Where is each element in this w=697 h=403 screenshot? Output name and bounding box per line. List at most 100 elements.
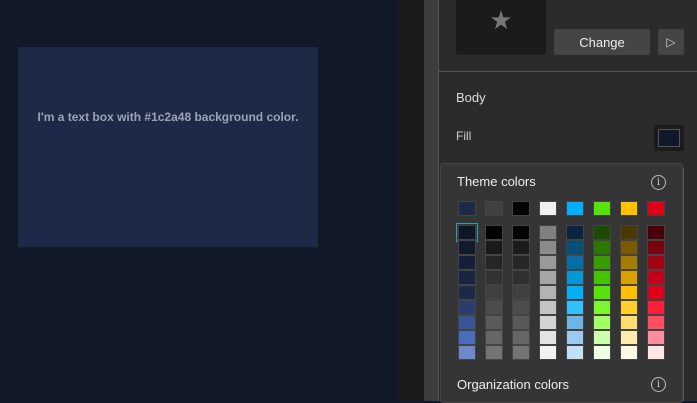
shade-color-swatch[interactable] xyxy=(512,330,530,345)
shade-color-swatch[interactable] xyxy=(485,225,503,240)
shade-color-swatch[interactable] xyxy=(458,315,476,330)
shade-color-swatch[interactable] xyxy=(485,255,503,270)
shade-color-swatch[interactable] xyxy=(647,345,665,360)
shade-color-swatch[interactable] xyxy=(539,240,557,255)
theme-colors-title: Theme colors xyxy=(457,174,536,189)
shade-color-swatch[interactable] xyxy=(485,345,503,360)
change-button[interactable]: Change xyxy=(554,29,650,55)
shade-color-swatch[interactable] xyxy=(647,240,665,255)
shade-color-swatch[interactable] xyxy=(620,285,638,300)
shade-color-swatch[interactable] xyxy=(539,285,557,300)
shade-color-swatch[interactable] xyxy=(539,300,557,315)
fill-label: Fill xyxy=(456,129,472,143)
fill-color-button[interactable] xyxy=(654,125,684,151)
shade-color-swatch[interactable] xyxy=(620,255,638,270)
color-picker-popover: Theme colors i Organization colors i xyxy=(440,163,683,403)
shade-color-swatch[interactable] xyxy=(539,330,557,345)
shade-color-swatch[interactable] xyxy=(485,285,503,300)
shade-color-swatch[interactable] xyxy=(512,285,530,300)
shade-color-swatch[interactable] xyxy=(566,225,584,240)
shade-color-swatch[interactable] xyxy=(620,315,638,330)
shade-color-swatch[interactable] xyxy=(539,270,557,285)
shade-color-swatch[interactable] xyxy=(647,315,665,330)
shade-color-swatch[interactable] xyxy=(620,240,638,255)
shade-color-swatch[interactable] xyxy=(485,330,503,345)
shade-color-swatch[interactable] xyxy=(456,223,478,242)
shade-color-swatch[interactable] xyxy=(647,225,665,240)
shade-color-swatch[interactable] xyxy=(593,300,611,315)
shade-color-swatch[interactable] xyxy=(593,240,611,255)
organization-colors-title: Organization colors xyxy=(457,377,569,392)
shade-color-swatch[interactable] xyxy=(620,225,638,240)
shade-color-swatch[interactable] xyxy=(593,270,611,285)
shade-color-swatch[interactable] xyxy=(620,270,638,285)
shade-color-swatch[interactable] xyxy=(485,300,503,315)
theme-color-swatch[interactable] xyxy=(458,201,476,216)
shade-color-swatch[interactable] xyxy=(458,285,476,300)
shade-color-swatch[interactable] xyxy=(647,330,665,345)
shade-color-swatch[interactable] xyxy=(539,345,557,360)
shade-color-swatch[interactable] xyxy=(539,225,557,240)
shade-color-swatch[interactable] xyxy=(512,300,530,315)
theme-color-swatch[interactable] xyxy=(620,201,638,216)
shade-color-swatch[interactable] xyxy=(566,315,584,330)
shade-color-swatch[interactable] xyxy=(458,270,476,285)
theme-color-swatch[interactable] xyxy=(566,201,584,216)
star-icon: ★ xyxy=(489,5,513,35)
panel-edge xyxy=(683,168,697,401)
shade-color-swatch[interactable] xyxy=(566,300,584,315)
shade-color-swatch[interactable] xyxy=(566,255,584,270)
play-button[interactable]: ▷ xyxy=(658,29,684,55)
shade-color-swatch[interactable] xyxy=(593,330,611,345)
shade-color-swatch[interactable] xyxy=(593,345,611,360)
section-title-body: Body xyxy=(456,90,486,105)
shade-color-swatch[interactable] xyxy=(593,285,611,300)
text-box[interactable]: I'm a text box with #1c2a48 background c… xyxy=(18,47,318,247)
image-thumbnail: ★ xyxy=(456,0,546,55)
theme-color-swatch[interactable] xyxy=(485,201,503,216)
info-icon[interactable]: i xyxy=(651,377,666,392)
shade-color-swatch[interactable] xyxy=(512,345,530,360)
shade-color-swatch[interactable] xyxy=(566,240,584,255)
scrollbar[interactable] xyxy=(424,0,438,401)
shade-color-swatch[interactable] xyxy=(458,255,476,270)
shade-color-swatch[interactable] xyxy=(566,330,584,345)
shade-color-swatch[interactable] xyxy=(620,345,638,360)
shade-color-swatch[interactable] xyxy=(485,240,503,255)
shade-color-swatch[interactable] xyxy=(566,285,584,300)
theme-color-swatch[interactable] xyxy=(539,201,557,216)
shade-color-swatch[interactable] xyxy=(458,300,476,315)
shade-color-swatch[interactable] xyxy=(512,315,530,330)
panel-gutter xyxy=(398,0,424,401)
shade-color-swatch[interactable] xyxy=(539,315,557,330)
shade-color-swatch[interactable] xyxy=(539,255,557,270)
shade-color-swatch[interactable] xyxy=(458,330,476,345)
shade-color-swatch[interactable] xyxy=(647,285,665,300)
shade-color-swatch[interactable] xyxy=(620,330,638,345)
shade-color-swatch[interactable] xyxy=(647,300,665,315)
play-icon: ▷ xyxy=(666,35,676,49)
shade-color-swatch[interactable] xyxy=(566,345,584,360)
shade-color-swatch[interactable] xyxy=(458,240,476,255)
shade-color-swatch[interactable] xyxy=(485,315,503,330)
shade-color-swatch[interactable] xyxy=(566,270,584,285)
shade-color-swatch[interactable] xyxy=(512,225,530,240)
shade-color-swatch[interactable] xyxy=(485,270,503,285)
canvas: I'm a text box with #1c2a48 background c… xyxy=(0,0,398,401)
shade-color-swatch[interactable] xyxy=(512,240,530,255)
shade-color-swatch[interactable] xyxy=(458,345,476,360)
theme-color-swatch[interactable] xyxy=(647,201,665,216)
shade-color-swatch[interactable] xyxy=(647,255,665,270)
shade-color-swatch[interactable] xyxy=(593,225,611,240)
shade-color-swatch[interactable] xyxy=(512,255,530,270)
theme-color-swatch[interactable] xyxy=(593,201,611,216)
theme-color-swatch[interactable] xyxy=(512,201,530,216)
shade-color-swatch[interactable] xyxy=(647,270,665,285)
shade-color-swatch[interactable] xyxy=(620,300,638,315)
shade-color-swatch[interactable] xyxy=(593,315,611,330)
fill-swatch xyxy=(658,129,680,147)
shade-color-swatch[interactable] xyxy=(593,255,611,270)
divider xyxy=(439,71,697,72)
shade-color-swatch[interactable] xyxy=(512,270,530,285)
info-icon[interactable]: i xyxy=(651,175,666,190)
